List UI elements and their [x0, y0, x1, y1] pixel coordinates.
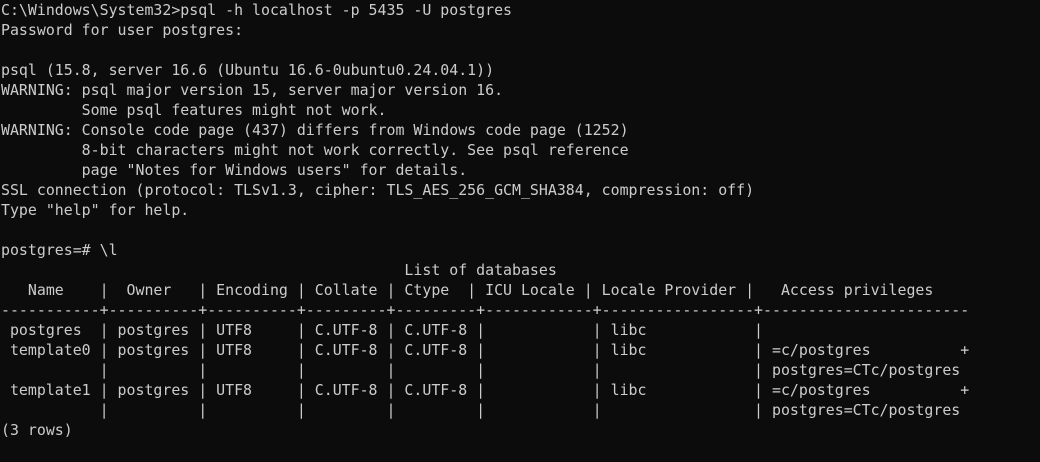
command-prompt-line: C:\Windows\System32>psql -h localhost -p…: [1, 1, 513, 19]
table-header-line: Name | Owner | Encoding | Collate | Ctyp…: [1, 281, 934, 299]
table-row: | | | | | | | postgres=CTc/postgres: [1, 361, 961, 379]
table-separator-line: -----------+----------+----------+------…: [1, 301, 970, 319]
terminal-window[interactable]: C:\Windows\System32>psql -h localhost -p…: [0, 0, 1040, 462]
warning-line: WARNING: psql major version 15, server m…: [1, 81, 504, 99]
table-row: postgres | postgres | UTF8 | C.UTF-8 | C…: [1, 321, 764, 339]
table-title-line: List of databases: [1, 261, 557, 279]
warning-line: Some psql features might not work.: [1, 101, 387, 119]
warning-line: 8-bit characters might not work correctl…: [1, 141, 629, 159]
ssl-connection-line: SSL connection (protocol: TLSv1.3, ciphe…: [1, 181, 755, 199]
psql-version-line: psql (15.8, server 16.6 (Ubuntu 16.6-0ub…: [1, 61, 495, 79]
password-prompt-line: Password for user postgres:: [1, 21, 244, 39]
help-hint-line: Type "help" for help.: [1, 201, 190, 219]
table-row: | | | | | | | postgres=CTc/postgres: [1, 401, 961, 419]
row-count-line: (3 rows): [1, 421, 73, 439]
table-row: template1 | postgres | UTF8 | C.UTF-8 | …: [1, 381, 970, 399]
psql-command-line: postgres=# \l: [1, 241, 118, 259]
warning-line: page "Notes for Windows users" for detai…: [1, 161, 468, 179]
warning-line: WARNING: Console code page (437) differs…: [1, 121, 629, 139]
table-row: template0 | postgres | UTF8 | C.UTF-8 | …: [1, 341, 970, 359]
